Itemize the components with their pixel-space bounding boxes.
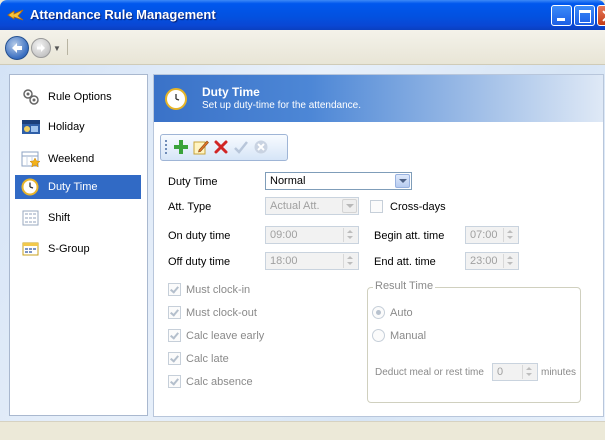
cross-days-label: Cross-days [390,201,446,213]
app-icon [7,8,24,22]
back-button[interactable] [5,36,29,60]
off-duty-time-input[interactable]: 18:00 [265,252,359,270]
weekend-icon [21,150,41,168]
sidebar-item-duty-time[interactable]: Duty Time [15,175,141,199]
off-duty-time-label: Off duty time [168,256,231,268]
confirm-icon[interactable] [233,139,249,155]
main-area: Rule Options Holiday Weekend Duty Time S… [0,65,605,421]
chevron-down-icon[interactable] [395,174,410,188]
minutes-unit-label: minutes [541,367,577,378]
att-type-select[interactable]: Actual Att. [265,197,359,215]
navigation-bar: ▼ [0,30,605,65]
sidebar-item-shift[interactable]: Shift [15,206,141,230]
window-title: Attendance Rule Management [30,7,216,22]
chevron-down-icon[interactable] [342,199,357,213]
on-duty-time-label: On duty time [168,230,231,242]
begin-att-time-label: Begin att. time [374,230,445,242]
sidebar: Rule Options Holiday Weekend Duty Time S… [9,74,148,416]
maximize-button[interactable] [574,5,595,26]
end-att-time-value: 23:00 [470,255,498,267]
end-att-time-input[interactable]: 23:00 [465,252,519,270]
on-duty-time-value: 09:00 [270,229,298,241]
spinner-icon[interactable] [503,228,517,242]
history-dropdown-icon[interactable]: ▼ [53,44,61,53]
holiday-icon [21,118,41,136]
section-header: Duty Time Set up duty-time for the atten… [154,75,603,122]
spinner-icon[interactable] [343,254,357,268]
minimize-button[interactable] [551,5,572,26]
begin-att-time-value: 07:00 [470,229,498,241]
shift-grid-icon [21,209,41,227]
close-button[interactable] [597,5,605,26]
calc-late-label: Calc late [186,353,229,365]
forward-arrow-icon [37,44,45,52]
manual-radio[interactable] [372,329,385,342]
gears-icon [21,88,41,106]
duty-time-value: Normal [270,175,306,187]
must-clock-in-checkbox[interactable] [168,283,181,296]
begin-att-time-input[interactable]: 07:00 [465,226,519,244]
sidebar-item-rule-options[interactable]: Rule Options [15,85,141,109]
clock-icon [165,88,187,110]
deduct-minutes-input[interactable]: 0 [492,363,538,381]
auto-radio[interactable] [372,306,385,319]
sidebar-item-holiday[interactable]: Holiday [15,115,141,139]
content-panel: Duty Time Set up duty-time for the atten… [153,74,604,417]
must-clock-out-label: Must clock-out [186,307,257,319]
duty-time-select[interactable]: Normal [265,172,412,190]
on-duty-time-input[interactable]: 09:00 [265,226,359,244]
spinner-icon[interactable] [522,365,536,379]
section-title: Duty Time [202,85,260,99]
cancel-icon[interactable] [253,139,269,155]
sidebar-item-s-group[interactable]: S-Group [15,237,141,261]
calc-late-checkbox[interactable] [168,352,181,365]
sidebar-item-label: Weekend [48,153,95,165]
record-toolbar [160,134,288,161]
sidebar-item-label: Holiday [48,121,85,133]
must-clock-in-label: Must clock-in [186,284,251,296]
result-time-group [367,287,581,403]
sidebar-item-label: S-Group [48,243,90,255]
calc-absence-label: Calc absence [186,376,253,388]
calc-leave-early-checkbox[interactable] [168,329,181,342]
add-icon[interactable] [173,139,189,155]
must-clock-out-checkbox[interactable] [168,306,181,319]
cross-days-checkbox[interactable] [370,200,383,213]
att-type-label: Att. Type [168,201,212,213]
auto-label: Auto [390,307,413,319]
spinner-icon[interactable] [343,228,357,242]
edit-icon[interactable] [193,139,209,155]
clock-icon [21,178,41,196]
section-subtitle: Set up duty-time for the attendance. [202,100,361,111]
forward-button[interactable] [31,38,51,58]
toolbar-separator [67,39,68,55]
sidebar-item-label: Duty Time [48,181,98,193]
sidebar-item-weekend[interactable]: Weekend [15,147,141,171]
status-bar [0,421,605,440]
result-time-title: Result Time [373,280,436,292]
calc-leave-early-label: Calc leave early [186,330,265,342]
back-arrow-icon [12,43,22,53]
off-duty-time-value: 18:00 [270,255,298,267]
title-bar[interactable]: Attendance Rule Management [0,0,605,30]
manual-label: Manual [390,330,427,342]
delete-icon[interactable] [213,139,229,155]
deduct-minutes-value: 0 [497,366,504,378]
spinner-icon[interactable] [503,254,517,268]
sidebar-item-label: Shift [48,212,71,224]
calc-absence-checkbox[interactable] [168,375,181,388]
toolbar-grip[interactable] [165,140,167,155]
deduct-meal-label: Deduct meal or rest time [375,367,484,378]
group-grid-icon [21,240,41,258]
sidebar-item-label: Rule Options [48,91,112,103]
att-type-value: Actual Att. [270,200,320,212]
end-att-time-label: End att. time [374,256,436,268]
duty-time-label: Duty Time [168,176,218,188]
